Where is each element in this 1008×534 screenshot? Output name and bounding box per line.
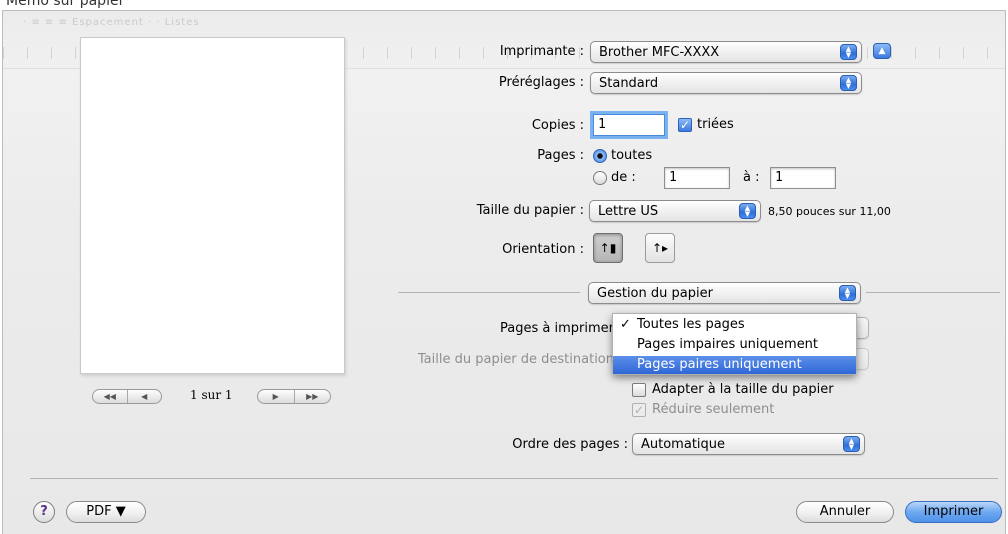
popup-arrows-icon: ▲ ▼ bbox=[840, 44, 857, 60]
pages-all-radio[interactable] bbox=[593, 149, 607, 163]
menu-item-label: Pages impaires uniquement bbox=[637, 337, 819, 352]
bottom-divider bbox=[30, 478, 998, 479]
print-preview-page bbox=[80, 37, 345, 374]
paper-size-popup[interactable]: Lettre US ▲ ▼ bbox=[589, 200, 761, 222]
presets-popup[interactable]: Standard ▲ ▼ bbox=[590, 72, 862, 94]
pages-to-print-menu: ✓ Toutes les pages Pages impaires unique… bbox=[612, 313, 857, 375]
printer-popup[interactable]: Brother MFC-XXXX ▲ ▼ bbox=[590, 41, 862, 63]
pages-label: Pages : bbox=[537, 148, 584, 163]
scale-to-fit-label: Adapter à la taille du papier bbox=[652, 382, 834, 397]
collate-label: triées bbox=[697, 117, 734, 132]
pages-all-label: toutes bbox=[611, 148, 653, 163]
pages-from-label: de : bbox=[611, 170, 636, 185]
pages-range-radio[interactable] bbox=[593, 171, 607, 185]
orientation-label: Orientation : bbox=[502, 242, 584, 257]
last-page-button[interactable]: ▶▶ bbox=[293, 390, 331, 403]
paper-size-popup-value: Lettre US bbox=[598, 204, 659, 219]
copies-label: Copies : bbox=[531, 118, 584, 133]
next-page-button[interactable]: ▶ bbox=[258, 390, 294, 403]
pages-to-print-label: Pages à imprimer bbox=[500, 321, 614, 336]
menu-item-label: Toutes les pages bbox=[637, 317, 745, 332]
checkmark-icon: ✓ bbox=[620, 317, 631, 332]
pages-from-field[interactable]: 1 bbox=[664, 167, 730, 189]
page-order-popup[interactable]: Automatique ▲ ▼ bbox=[632, 433, 865, 455]
preview-page-count: 1 sur 1 bbox=[190, 388, 233, 402]
popup-arrows-icon: ▲ ▼ bbox=[739, 203, 756, 219]
pages-to-field[interactable]: 1 bbox=[770, 167, 836, 189]
menu-item-all-pages[interactable]: ✓ Toutes les pages bbox=[613, 316, 856, 334]
page-order-popup-value: Automatique bbox=[641, 437, 726, 452]
copies-field[interactable]: 1 bbox=[593, 114, 665, 136]
section-divider-left bbox=[398, 292, 580, 293]
cancel-button[interactable]: Annuler bbox=[796, 501, 894, 523]
disclosure-triangle-button[interactable]: ▲ bbox=[873, 43, 891, 59]
menu-item-even-pages[interactable]: Pages paires uniquement bbox=[613, 356, 856, 374]
pages-to-label: à : bbox=[743, 170, 760, 185]
popup-arrows-icon: ▲ ▼ bbox=[843, 436, 860, 452]
destination-paper-size-label: Taille du papier de destination bbox=[417, 352, 614, 367]
help-button[interactable]: ? bbox=[33, 501, 55, 523]
ruler-toolbar-hint: · ≡ ≡ ≡ Espacement · · Listes bbox=[23, 17, 200, 28]
printer-popup-value: Brother MFC-XXXX bbox=[599, 45, 720, 60]
presets-label: Préréglages : bbox=[498, 75, 584, 90]
scale-down-only-checkbox[interactable]: ✓ bbox=[632, 403, 646, 417]
preview-forward-buttons[interactable]: ▶ ▶▶ bbox=[257, 389, 331, 404]
presets-popup-value: Standard bbox=[599, 76, 659, 91]
popup-arrows-icon: ▲ ▼ bbox=[840, 75, 857, 91]
popup-arrows-icon: ▲ ▼ bbox=[839, 285, 856, 301]
section-popup-value: Gestion du papier bbox=[597, 286, 713, 301]
print-button[interactable]: Imprimer bbox=[905, 501, 1002, 523]
orientation-landscape-button[interactable]: ↑▸ bbox=[645, 233, 675, 263]
paper-dimensions: 8,50 pouces sur 11,00 bbox=[768, 205, 891, 218]
section-popup[interactable]: Gestion du papier ▲ ▼ bbox=[588, 282, 861, 304]
pdf-button[interactable]: PDF ▼ bbox=[66, 501, 146, 523]
paper-size-label: Taille du papier : bbox=[476, 203, 584, 218]
orientation-portrait-button[interactable]: ↑▮ bbox=[593, 233, 623, 263]
menu-item-odd-pages[interactable]: Pages impaires uniquement bbox=[613, 336, 856, 354]
preview-back-buttons[interactable]: ◀◀ ◀ bbox=[92, 389, 162, 404]
collate-checkbox[interactable]: ✓ bbox=[678, 118, 692, 132]
printer-label: Imprimante : bbox=[499, 44, 584, 59]
scale-down-only-label: Réduire seulement bbox=[652, 402, 775, 417]
first-page-button[interactable]: ◀◀ bbox=[93, 390, 127, 403]
window-caption: Mémo sur papier bbox=[6, 0, 125, 9]
previous-page-button[interactable]: ◀ bbox=[126, 390, 162, 403]
scale-to-fit-checkbox[interactable] bbox=[632, 383, 646, 397]
section-divider-right bbox=[866, 292, 1000, 293]
page-order-label: Ordre des pages : bbox=[512, 437, 628, 452]
menu-item-label: Pages paires uniquement bbox=[637, 357, 802, 372]
